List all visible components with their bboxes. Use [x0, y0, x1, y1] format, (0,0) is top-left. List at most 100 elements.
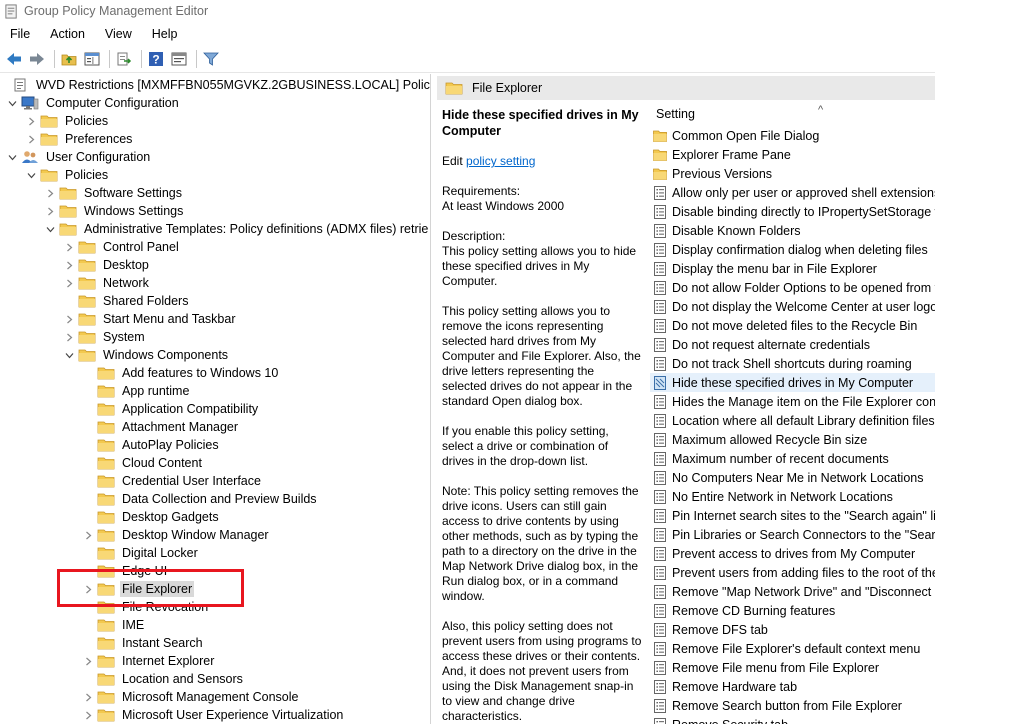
tree-item[interactable]: User Configuration	[5, 148, 152, 166]
expand-chevron-icon[interactable]	[62, 258, 76, 272]
back-icon[interactable]	[4, 49, 24, 69]
policy-setting-row[interactable]: Do not allow Folder Options to be opened…	[650, 278, 935, 297]
collapse-chevron-icon[interactable]	[5, 96, 19, 110]
properties-icon[interactable]	[169, 49, 189, 69]
expand-chevron-icon[interactable]	[43, 204, 57, 218]
tree-item[interactable]: Desktop Gadgets	[81, 508, 221, 526]
policy-setting-row[interactable]: Do not track Shell shortcuts during roam…	[650, 354, 935, 373]
policy-setting-row[interactable]: Location where all default Library defin…	[650, 411, 935, 430]
expand-chevron-icon[interactable]	[24, 114, 38, 128]
tree-item[interactable]: Digital Locker	[81, 544, 200, 562]
expand-chevron-icon[interactable]	[81, 528, 95, 542]
policy-setting-row[interactable]: Hide these specified drives in My Comput…	[650, 373, 935, 392]
tree-item[interactable]: Windows Components	[62, 346, 230, 364]
collapse-chevron-icon[interactable]	[62, 348, 76, 362]
policy-setting-row[interactable]: Remove Search button from File Explorer	[650, 696, 935, 715]
tree-item[interactable]: IME	[81, 616, 146, 634]
policy-setting-row[interactable]: Do not display the Welcome Center at use…	[650, 297, 935, 316]
policy-setting-row[interactable]: Allow only per user or approved shell ex…	[650, 183, 935, 202]
tree-item[interactable]: Preferences	[24, 130, 134, 148]
policy-setting-row[interactable]: Disable Known Folders	[650, 221, 935, 240]
settings-folder-row[interactable]: Common Open File Dialog	[650, 126, 935, 145]
policy-setting-row[interactable]: Maximum number of recent documents	[650, 449, 935, 468]
policy-setting-row[interactable]: Remove DFS tab	[650, 620, 935, 639]
policy-setting-row[interactable]: Remove CD Burning features	[650, 601, 935, 620]
show-hide-tree-icon[interactable]	[82, 49, 102, 69]
tree-item[interactable]: Control Panel	[62, 238, 181, 256]
policy-setting-row[interactable]: Remove Hardware tab	[650, 677, 935, 696]
collapse-chevron-icon[interactable]	[5, 150, 19, 164]
policy-setting-row[interactable]: Display the menu bar in File Explorer	[650, 259, 935, 278]
policy-setting-row[interactable]: Do not move deleted files to the Recycle…	[650, 316, 935, 335]
tree-item[interactable]: Data Collection and Preview Builds	[81, 490, 319, 508]
policy-setting-row[interactable]: Prevent access to drives from My Compute…	[650, 544, 935, 563]
tree-item[interactable]: Location and Sensors	[81, 670, 245, 688]
tree-item-label: Credential User Interface	[122, 474, 261, 488]
tree-item[interactable]: Policies	[24, 166, 110, 184]
tree-item[interactable]: Computer Configuration	[5, 94, 181, 112]
expand-chevron-icon[interactable]	[62, 330, 76, 344]
tree-item[interactable]: Shared Folders	[62, 292, 190, 310]
policy-setting-row[interactable]: Display confirmation dialog when deletin…	[650, 240, 935, 259]
tree-item-label: Data Collection and Preview Builds	[122, 492, 317, 506]
forward-icon[interactable]	[27, 49, 47, 69]
policy-setting-row[interactable]: Prevent users from adding files to the r…	[650, 563, 935, 582]
policy-setting-row[interactable]: Remove File menu from File Explorer	[650, 658, 935, 677]
settings-folder-row[interactable]: Explorer Frame Pane	[650, 145, 935, 164]
tree-item[interactable]: Instant Search	[81, 634, 205, 652]
console-tree[interactable]: WVD Restrictions [MXMFFBN055MGVKZ.2GBUSI…	[0, 74, 431, 724]
tree-item[interactable]: Internet Explorer	[81, 652, 216, 670]
policy-setting-row[interactable]: Remove File Explorer's default context m…	[650, 639, 935, 658]
export-list-icon[interactable]	[114, 49, 134, 69]
menu-view[interactable]: View	[95, 25, 142, 43]
menu-help[interactable]: Help	[142, 25, 188, 43]
tree-item[interactable]: Network	[62, 274, 151, 292]
tree-item[interactable]: Policies	[24, 112, 110, 130]
tree-item[interactable]: Desktop Window Manager	[81, 526, 271, 544]
menu-action[interactable]: Action	[40, 25, 95, 43]
policy-setting-row[interactable]: No Entire Network in Network Locations	[650, 487, 935, 506]
expand-chevron-icon[interactable]	[43, 186, 57, 200]
settings-folder-row[interactable]: Previous Versions	[650, 164, 935, 183]
help-icon[interactable]: ?	[146, 49, 166, 69]
tree-item[interactable]: System	[62, 328, 147, 346]
expand-chevron-icon[interactable]	[62, 240, 76, 254]
policy-setting-row[interactable]: Remove Security tab	[650, 715, 935, 724]
policy-setting-row[interactable]: Pin Libraries or Search Connectors to th…	[650, 525, 935, 544]
tree-item[interactable]: AutoPlay Policies	[81, 436, 221, 454]
tree-item[interactable]: WVD Restrictions [MXMFFBN055MGVKZ.2GBUSI…	[5, 76, 430, 94]
tree-item[interactable]: Microsoft Management Console	[81, 688, 300, 706]
tree-item[interactable]: App runtime	[81, 382, 191, 400]
edit-policy-link[interactable]: policy setting	[466, 154, 535, 168]
tree-item[interactable]: Desktop	[62, 256, 151, 274]
expand-chevron-icon[interactable]	[24, 132, 38, 146]
policy-setting-row[interactable]: Do not request alternate credentials	[650, 335, 935, 354]
tree-item[interactable]: Microsoft User Experience Virtualization	[81, 706, 345, 724]
expand-chevron-icon[interactable]	[81, 708, 95, 722]
tree-item[interactable]: Administrative Templates: Policy definit…	[43, 220, 430, 238]
policy-setting-row[interactable]: Pin Internet search sites to the "Search…	[650, 506, 935, 525]
menu-file[interactable]: File	[0, 25, 40, 43]
tree-item[interactable]: Software Settings	[43, 184, 184, 202]
policy-setting-row[interactable]: Maximum allowed Recycle Bin size	[650, 430, 935, 449]
expand-chevron-icon[interactable]	[62, 276, 76, 290]
policy-setting-row[interactable]: No Computers Near Me in Network Location…	[650, 468, 935, 487]
collapse-chevron-icon[interactable]	[24, 168, 38, 182]
policy-setting-row[interactable]: Disable binding directly to IPropertySet…	[650, 202, 935, 221]
tree-item[interactable]: Application Compatibility	[81, 400, 260, 418]
tree-item[interactable]: Cloud Content	[81, 454, 204, 472]
expand-chevron-icon[interactable]	[81, 654, 95, 668]
tree-item[interactable]: Add features to Windows 10	[81, 364, 280, 382]
policy-setting-row[interactable]: Remove "Map Network Drive" and "Disconne…	[650, 582, 935, 601]
expand-chevron-icon[interactable]	[62, 312, 76, 326]
up-folder-icon[interactable]	[59, 49, 79, 69]
expand-chevron-icon[interactable]	[81, 690, 95, 704]
filter-icon[interactable]	[201, 49, 221, 69]
setting-column-header[interactable]: Setting	[650, 100, 935, 128]
tree-item[interactable]: Credential User Interface	[81, 472, 263, 490]
tree-item[interactable]: Attachment Manager	[81, 418, 240, 436]
collapse-chevron-icon[interactable]	[43, 222, 57, 236]
tree-item[interactable]: Start Menu and Taskbar	[62, 310, 237, 328]
policy-setting-row[interactable]: Hides the Manage item on the File Explor…	[650, 392, 935, 411]
tree-item[interactable]: Windows Settings	[43, 202, 185, 220]
